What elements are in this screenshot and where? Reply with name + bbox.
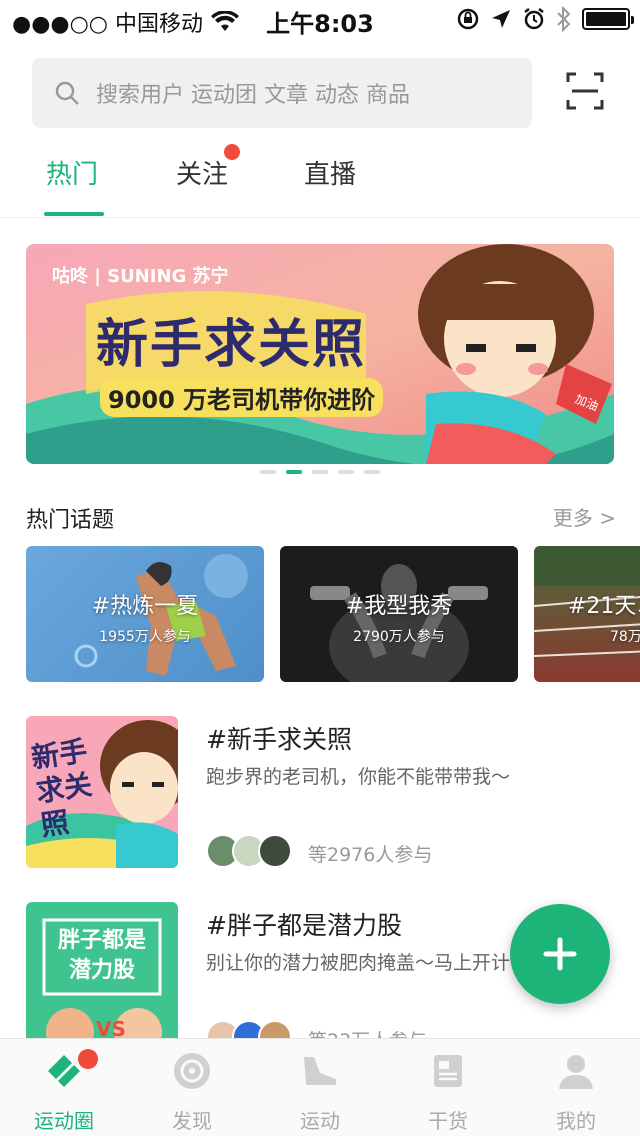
location-icon: [492, 10, 510, 28]
hot-topics-title: 热门话题: [26, 508, 115, 533]
promo-banner[interactable]: 加油 咕咚 | SUNING 苏宁 新手求关照 9000 万老司机带你进阶: [26, 244, 614, 464]
feed-thumbnail: VS 胖子都是潜力股: [26, 902, 178, 1038]
tab-underline: [44, 212, 104, 216]
feed-title: #胖子都是潜力股: [206, 911, 402, 940]
banner-dot-active: [286, 470, 302, 474]
scan-icon[interactable]: [566, 72, 604, 110]
topic-participants: 78万: [610, 629, 640, 645]
nav-label: 运动: [300, 1109, 340, 1133]
banner-dot: [260, 470, 276, 474]
participant-count: 等23万人参与: [308, 1026, 427, 1038]
topic-participants: 2790万人参与: [353, 629, 445, 645]
search-icon: [55, 81, 79, 105]
feed-description: 别让你的潜力被肥肉掩盖～马上开计！: [206, 952, 530, 974]
shoe-icon: [304, 1057, 336, 1085]
nav-label: 我的: [556, 1109, 596, 1133]
banner-brand: 咕咚 | SUNING 苏宁: [52, 266, 229, 287]
nav-articles[interactable]: 干货: [384, 1039, 512, 1136]
nav-sports-circle[interactable]: 运动圈: [0, 1039, 128, 1136]
nav-label: 发现: [172, 1109, 212, 1133]
topic-title: #热炼一夏: [91, 594, 199, 619]
status-right: [456, 6, 634, 32]
bottom-nav: 运动圈 发现 运动 干货 我的: [0, 1038, 640, 1136]
banner-subline: 9000 万老司机带你进阶: [100, 378, 384, 417]
topic-card[interactable]: #我型我秀 2790万人参与: [280, 546, 518, 682]
banner-dot: [364, 470, 380, 474]
svg-text:VS: VS: [96, 1017, 126, 1038]
tab-hot[interactable]: 热门: [46, 154, 98, 191]
banner-pagination: [0, 470, 640, 474]
feed-description: 跑步界的老司机，你能不能带带我～: [206, 766, 511, 788]
nav-sports[interactable]: 运动: [256, 1039, 384, 1136]
alarm-icon: [524, 8, 544, 30]
nav-label: 干货: [428, 1109, 468, 1133]
tab-live[interactable]: 直播: [304, 154, 356, 191]
add-post-button[interactable]: [510, 904, 610, 1004]
feed-thumb-text: 新手求关照: [29, 734, 95, 843]
feed-thumb-text: 胖子都是潜力股: [57, 928, 146, 983]
tab-following-badge: [224, 144, 240, 160]
topic-card[interactable]: #热炼一夏 1955万人参与: [26, 546, 264, 682]
topic-card[interactable]: #21天习 78万: [534, 546, 640, 682]
search-input[interactable]: 搜索用户 运动团 文章 动态 商品: [32, 58, 532, 128]
nav-profile[interactable]: 我的: [512, 1039, 640, 1136]
bluetooth-icon: [557, 6, 571, 32]
topic-participants: 1955万人参与: [99, 629, 191, 645]
article-icon: [434, 1055, 462, 1087]
hot-topics-header: 热门话题 更多 >: [26, 500, 616, 534]
feed-item[interactable]: 新手求关照 #新手求关照 跑步界的老司机，你能不能带带我～ 等2976人参与: [26, 716, 640, 868]
plus-icon: [543, 937, 577, 971]
participant-count: 等2976人参与: [308, 844, 433, 866]
banner-dot: [312, 470, 328, 474]
feed-tabs: 热门 关注 直播: [0, 140, 640, 218]
tab-following[interactable]: 关注: [176, 154, 228, 191]
nav-badge: [78, 1049, 98, 1069]
rotation-lock-icon: [457, 8, 479, 30]
participant-avatars: [206, 1020, 292, 1038]
search-placeholder: 搜索用户 运动团 文章 动态 商品: [96, 83, 410, 108]
topic-title: #我型我秀: [345, 594, 453, 619]
battery-icon: [582, 8, 634, 30]
feed-title: #新手求关照: [206, 725, 352, 754]
avatar: [258, 1020, 292, 1038]
search-row: 搜索用户 运动团 文章 动态 商品: [0, 58, 640, 130]
nav-label: 运动圈: [34, 1109, 94, 1133]
banner-dot: [338, 470, 354, 474]
topic-title: #21天习: [568, 594, 640, 619]
participant-avatars: [206, 834, 292, 868]
profile-icon: [559, 1055, 593, 1089]
banner-headline: 新手求关照: [96, 315, 367, 375]
avatar: [258, 834, 292, 868]
hot-topics-carousel: #热炼一夏 1955万人参与 #我型我秀 2790万人参与 #21天习 78万: [26, 546, 640, 682]
more-link[interactable]: 更多 >: [553, 502, 616, 531]
nav-discover[interactable]: 发现: [128, 1039, 256, 1136]
discover-icon: [174, 1053, 210, 1089]
status-bar: ●●●○○ 中国移动 上午8:03: [0, 0, 640, 40]
feed-thumbnail: 新手求关照: [26, 716, 178, 868]
